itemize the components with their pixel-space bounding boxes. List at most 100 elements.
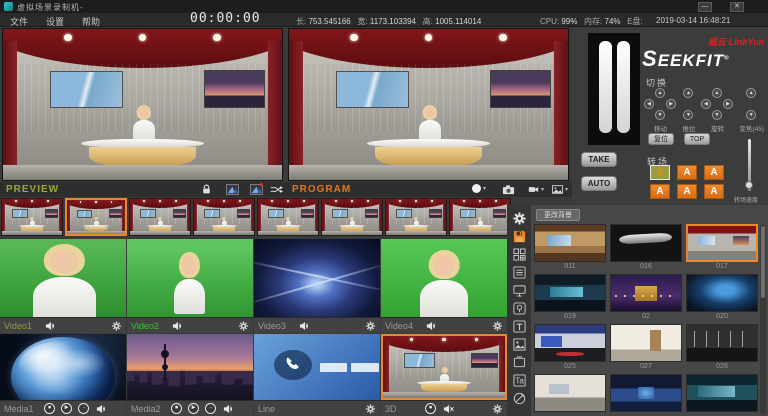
tool-settings-icon[interactable] — [510, 211, 528, 225]
pad-arrow-button[interactable]: ◀ — [701, 99, 711, 109]
top-button[interactable]: TOP — [684, 133, 710, 145]
scene-thumbnail[interactable] — [534, 224, 606, 262]
scene-item[interactable]: 025 — [534, 324, 606, 371]
reset-button[interactable]: 复位 — [648, 133, 674, 145]
tool-key-icon[interactable] — [510, 301, 528, 315]
transition-effect-icon[interactable] — [224, 183, 240, 196]
media-thumbnail[interactable] — [381, 334, 507, 400]
video-record-icon[interactable]: ▾ — [528, 183, 544, 196]
speaker-icon[interactable] — [95, 403, 107, 414]
scene-thumbnail[interactable] — [610, 274, 682, 312]
gear-icon[interactable] — [110, 320, 122, 331]
scene-thumbnail[interactable] — [610, 224, 682, 262]
speaker-icon[interactable] — [222, 403, 234, 414]
camera-preset-thumbnail[interactable] — [449, 198, 511, 236]
stop-button[interactable]: ■ — [425, 403, 436, 414]
transition-effect-alt-icon[interactable] — [248, 183, 264, 196]
gear-icon[interactable] — [491, 403, 503, 414]
image-capture-icon[interactable]: ▾ — [552, 183, 568, 196]
media-thumbnail[interactable] — [127, 334, 253, 400]
stop-button[interactable]: ■ — [171, 403, 182, 414]
transition-bank-button[interactable]: A — [704, 165, 724, 180]
media-thumbnail[interactable] — [0, 334, 126, 400]
pad-arrow-button[interactable]: ▲ — [712, 88, 722, 98]
pad-arrow-button[interactable]: ▲ — [655, 88, 665, 98]
scene-item[interactable]: 016 — [610, 224, 682, 271]
tool-image-icon[interactable] — [510, 337, 528, 351]
scene-thumbnail[interactable] — [686, 224, 758, 262]
tool-playlist-icon[interactable] — [510, 265, 528, 279]
speaker-icon[interactable] — [44, 320, 56, 331]
tool-text-icon[interactable]: Ta — [510, 373, 528, 387]
gear-icon[interactable] — [491, 320, 503, 331]
scrollbar-thumb[interactable] — [761, 226, 765, 298]
media-thumbnail[interactable] — [254, 334, 380, 400]
tool-save-icon[interactable] — [510, 229, 528, 243]
play-button[interactable]: ▶ — [188, 403, 199, 414]
video-thumbnail[interactable] — [381, 239, 507, 317]
speaker-icon[interactable] — [298, 320, 310, 331]
record-button[interactable]: ▾ — [472, 184, 486, 193]
video-thumbnail[interactable] — [0, 239, 126, 317]
scene-item[interactable]: 019 — [534, 274, 606, 321]
camera-preset-thumbnail[interactable] — [129, 198, 191, 236]
lock-icon[interactable] — [198, 183, 214, 196]
speaker-icon[interactable] — [171, 320, 183, 331]
tool-title-icon[interactable] — [510, 319, 528, 333]
tool-frame-icon[interactable] — [510, 355, 528, 369]
scene-thumbnail[interactable] — [686, 324, 758, 362]
scene-item[interactable]: 027 — [610, 324, 682, 371]
scene-thumbnail[interactable] — [534, 324, 606, 362]
tool-draw-icon[interactable] — [510, 391, 528, 405]
slider-knob[interactable] — [745, 181, 753, 189]
auto-button[interactable]: AUTO — [581, 176, 617, 191]
scene-item[interactable] — [610, 374, 682, 416]
scene-thumbnail[interactable] — [610, 374, 682, 412]
pad-arrow-button[interactable]: ◀ — [644, 99, 654, 109]
pad-arrow-button[interactable]: ▼ — [746, 110, 756, 120]
pad-arrow-button[interactable]: ▲ — [683, 88, 693, 98]
camera-preset-thumbnail[interactable] — [385, 198, 447, 236]
transition-bank-button[interactable]: A — [677, 184, 697, 199]
pad-arrow-button[interactable]: ▼ — [683, 110, 693, 120]
speaker-icon[interactable] — [425, 320, 437, 331]
scene-item[interactable]: 020 — [686, 274, 758, 321]
swap-preview-program-icon[interactable] — [266, 183, 286, 196]
menu-file[interactable]: 文件 — [10, 15, 28, 28]
camera-preset-thumbnail[interactable] — [321, 198, 383, 236]
transition-speed-slider[interactable] — [748, 139, 751, 191]
scene-item[interactable]: 028 — [686, 324, 758, 371]
scene-item[interactable]: 02 — [610, 274, 682, 321]
scene-thumbnail[interactable] — [610, 324, 682, 362]
pad-arrow-button[interactable]: ▶ — [666, 99, 676, 109]
transition-bank-button[interactable]: B — [650, 165, 670, 180]
menu-help[interactable]: 帮助 — [82, 15, 100, 28]
gear-icon[interactable] — [237, 320, 249, 331]
pad-arrow-button[interactable]: ▲ — [746, 88, 756, 98]
transition-bank-button[interactable]: A — [704, 184, 724, 199]
tool-multiview-icon[interactable] — [510, 247, 528, 261]
camera-preset-thumbnail[interactable] — [257, 198, 319, 236]
camera-preset-thumbnail[interactable] — [193, 198, 255, 236]
camera-preset-thumbnail[interactable] — [1, 198, 63, 236]
scene-item[interactable]: 017 — [686, 224, 758, 271]
play-button[interactable]: ▶ — [61, 403, 72, 414]
video-thumbnail[interactable] — [127, 239, 253, 317]
snapshot-camera-icon[interactable] — [500, 183, 516, 196]
scrollbar[interactable] — [760, 224, 766, 414]
loop-button[interactable]: → — [78, 403, 89, 414]
gear-icon[interactable] — [364, 320, 376, 331]
scene-thumbnail[interactable] — [686, 274, 758, 312]
speaker-muted-icon[interactable] — [442, 403, 454, 414]
tool-display-icon[interactable] — [510, 283, 528, 297]
change-background-button[interactable]: 更改背景 — [536, 209, 580, 221]
camera-preset-thumbnail[interactable] — [65, 198, 127, 236]
loop-button[interactable]: → — [205, 403, 216, 414]
pad-arrow-button[interactable]: ▼ — [655, 110, 665, 120]
close-button[interactable]: ✕ — [730, 2, 744, 12]
scene-item[interactable] — [686, 374, 758, 416]
minimize-button[interactable]: — — [698, 2, 712, 12]
stop-button[interactable]: ■ — [44, 403, 55, 414]
transition-bank-button[interactable]: A — [677, 165, 697, 180]
menu-settings[interactable]: 设置 — [46, 15, 64, 28]
